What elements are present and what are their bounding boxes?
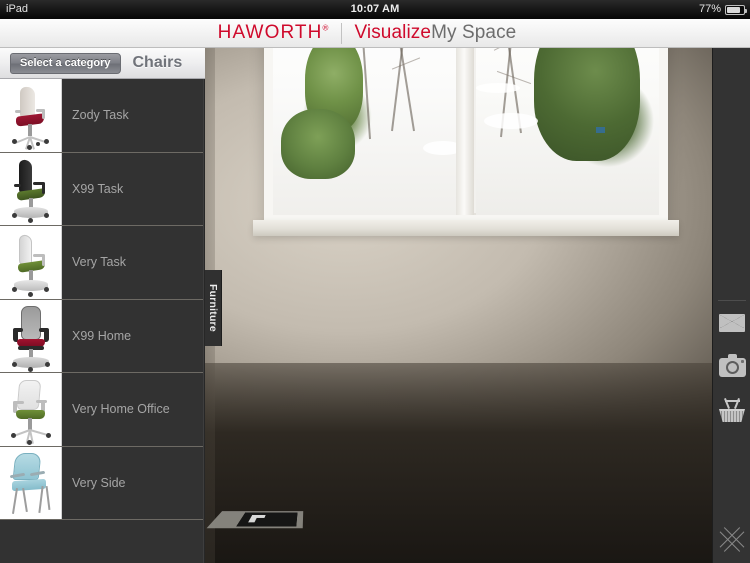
camera-button[interactable] (713, 345, 750, 389)
window-pane-left (273, 48, 456, 215)
category-title: Chairs (132, 54, 183, 71)
status-clock: 10:07 AM (350, 3, 400, 15)
furniture-tab-label: Furniture (207, 284, 219, 332)
list-item[interactable]: Very Side (0, 446, 205, 520)
furniture-drawer-tab[interactable]: Furniture (205, 270, 222, 346)
select-category-back-button[interactable]: Select a category (10, 52, 121, 74)
window-sill (253, 220, 679, 236)
list-item-label: X99 Task (72, 181, 124, 196)
list-item[interactable]: X99 Task (0, 152, 205, 226)
brand-divider (341, 22, 343, 44)
app-name-accent: Visualize (354, 22, 432, 43)
app-name: VisualizeMy Space (354, 22, 516, 44)
list-item-label: Very Side (72, 475, 126, 490)
trademark-symbol: ® (322, 23, 330, 33)
haworth-wordmark: HAWORTH (217, 22, 323, 43)
close-button[interactable] (713, 516, 750, 560)
brand-lockup: HAWORTH® VisualizeMy Space (218, 22, 517, 44)
action-toolbar (712, 48, 750, 563)
app-root: iPad 10:07 AM 77% HAWORTH® VisualizeMy S… (0, 0, 750, 563)
haworth-logo: HAWORTH® (218, 22, 330, 44)
room-window (264, 48, 668, 224)
chair-x99-home-thumb (0, 299, 62, 372)
chair-very-task-thumb (0, 226, 62, 299)
battery-percent-label: 77% (698, 3, 721, 15)
sidebar-header: Select a category Chairs (0, 48, 205, 79)
chair-zody-task-thumb (0, 79, 62, 152)
ios-status-bar: iPad 10:07 AM 77% (0, 0, 750, 19)
basket-button[interactable] (713, 389, 750, 433)
shopping-basket-icon (719, 398, 745, 422)
list-item-label: Zody Task (72, 108, 129, 123)
status-battery-group: 77% (698, 0, 747, 19)
product-list: Zody Task X99 Task Very Task X99 Home Ve… (0, 79, 205, 520)
list-item[interactable]: Very Home Office (0, 373, 205, 447)
product-list-empty-space (0, 520, 205, 563)
list-item[interactable]: Zody Task (0, 79, 205, 153)
window-mullion (456, 48, 474, 215)
product-sidebar: Select a category Chairs Zody Task X99 T… (0, 48, 205, 563)
chair-x99-task-thumb (0, 152, 62, 225)
select-category-label: Select a category (20, 57, 111, 69)
window-pane-right (476, 48, 659, 215)
chair-very-home-office-thumb (0, 373, 62, 446)
list-item-label: Very Home Office (72, 402, 170, 417)
camera-icon (718, 353, 746, 377)
ar-tracking-marker (206, 511, 304, 529)
list-item-label: Very Task (72, 255, 126, 270)
app-title-bar: HAWORTH® VisualizeMy Space (0, 19, 750, 48)
list-item[interactable]: Very Task (0, 226, 205, 300)
email-button[interactable] (713, 301, 750, 345)
close-x-icon (718, 524, 746, 552)
list-item[interactable]: X99 Home (0, 299, 205, 373)
app-name-rest: My Space (431, 22, 517, 43)
chair-very-side-thumb (0, 446, 62, 519)
battery-icon (725, 4, 747, 15)
list-item-label: X99 Home (72, 328, 132, 343)
mail-icon (719, 314, 745, 332)
